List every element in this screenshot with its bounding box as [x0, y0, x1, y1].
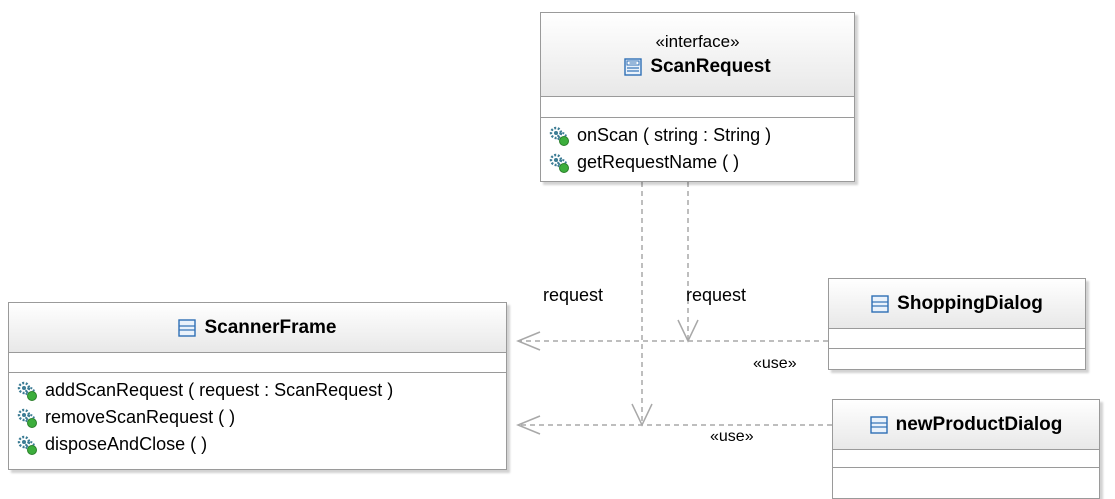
class-title: ShoppingDialog — [871, 293, 1043, 315]
edge-label-request-left: request — [543, 285, 604, 305]
operation-item[interactable]: onScan ( string : String ) — [549, 122, 854, 149]
edge-label-use-top: «use» — [753, 355, 797, 372]
class-icon — [871, 294, 889, 313]
class-attributes — [833, 450, 1099, 468]
interface-title: ScanRequest — [624, 55, 771, 78]
class-header: ScannerFrame — [9, 303, 506, 353]
class-name: ScannerFrame — [204, 316, 337, 338]
class-shoppingdialog[interactable]: ShoppingDialog — [828, 278, 1086, 370]
operation-label: getRequestName ( ) — [577, 152, 740, 172]
class-name: newProductDialog — [895, 413, 1063, 435]
interface-icon — [624, 57, 643, 76]
interface-name: ScanRequest — [650, 55, 771, 77]
operation-label: disposeAndClose ( ) — [45, 434, 208, 454]
class-header: ShoppingDialog — [829, 279, 1085, 329]
edge-label-use-bottom: «use» — [710, 428, 754, 445]
class-attributes — [9, 353, 506, 373]
class-title: newProductDialog — [869, 413, 1063, 436]
interface-scanrequest[interactable]: «interface» ScanRequest onScan ( string … — [540, 12, 855, 182]
operation-gear-icon — [549, 153, 569, 173]
operation-item[interactable]: addScanRequest ( request : ScanRequest ) — [17, 377, 506, 404]
interface-attributes — [541, 97, 854, 118]
class-operations — [829, 349, 1085, 369]
class-scannerframe[interactable]: ScannerFrame addScanRequest ( request : … — [8, 302, 507, 470]
class-title: ScannerFrame — [178, 316, 337, 339]
operation-item[interactable]: getRequestName ( ) — [549, 149, 854, 176]
operation-item[interactable]: removeScanRequest ( ) — [17, 404, 506, 431]
operation-label: addScanRequest ( request : ScanRequest ) — [45, 380, 394, 400]
interface-stereotype: «interface» — [655, 31, 740, 51]
class-operations: addScanRequest ( request : ScanRequest )… — [9, 373, 506, 458]
edge-label-request-right: request — [686, 285, 747, 305]
interface-header: «interface» ScanRequest — [541, 13, 854, 97]
operation-gear-icon — [17, 408, 37, 428]
class-name: ShoppingDialog — [897, 292, 1043, 314]
class-newproductdialog[interactable]: newProductDialog — [832, 399, 1100, 499]
operation-gear-icon — [549, 126, 569, 146]
operation-item[interactable]: disposeAndClose ( ) — [17, 431, 506, 458]
class-icon — [178, 318, 197, 337]
class-header: newProductDialog — [833, 400, 1099, 450]
operation-gear-icon — [17, 435, 37, 455]
operation-gear-icon — [17, 381, 37, 401]
class-attributes — [829, 329, 1085, 349]
interface-operations: onScan ( string : String ) getRequestNam… — [541, 118, 854, 176]
class-icon — [869, 415, 888, 434]
operation-label: onScan ( string : String ) — [577, 125, 772, 145]
operation-label: removeScanRequest ( ) — [45, 407, 236, 427]
